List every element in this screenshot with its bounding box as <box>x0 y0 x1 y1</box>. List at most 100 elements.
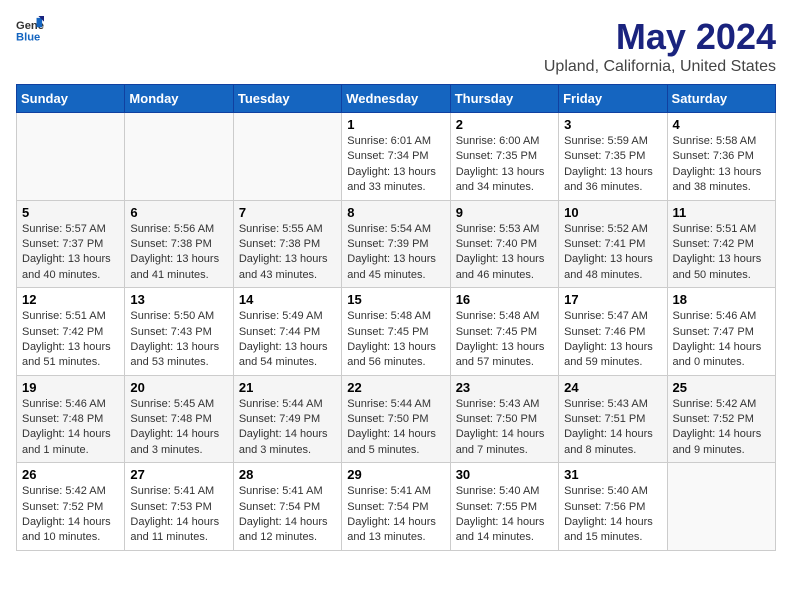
calendar-cell: 18 Sunrise: 5:46 AMSunset: 7:47 PMDayligh… <box>667 288 775 376</box>
day-info: Sunrise: 5:42 AMSunset: 7:52 PMDaylight:… <box>673 397 770 459</box>
day-number: 18 <box>673 292 770 307</box>
calendar-cell: 31 Sunrise: 5:40 AMSunset: 7:56 PMDayligh… <box>559 463 667 551</box>
calendar-cell: 17 Sunrise: 5:47 AMSunset: 7:46 PMDayligh… <box>559 288 667 376</box>
day-number: 4 <box>673 117 770 132</box>
day-number: 25 <box>673 380 770 395</box>
page-header: General Blue May 2024 Upland, California… <box>16 16 776 76</box>
day-info: Sunrise: 5:51 AMSunset: 7:42 PMDaylight:… <box>22 309 119 371</box>
calendar-cell <box>667 463 775 551</box>
day-of-week-header: Sunday <box>17 85 125 113</box>
calendar-cell: 3Sunrise: 5:59 AMSunset: 7:35 PMDaylight… <box>559 113 667 201</box>
calendar-cell: 16 Sunrise: 5:48 AMSunset: 7:45 PMDayligh… <box>450 288 558 376</box>
calendar-cell: 26Sunrise: 5:42 AMSunset: 7:52 PMDayligh… <box>17 463 125 551</box>
day-of-week-header: Saturday <box>667 85 775 113</box>
calendar-cell: 14Sunrise: 5:49 AMSunset: 7:44 PMDayligh… <box>233 288 341 376</box>
day-of-week-header: Wednesday <box>342 85 450 113</box>
calendar-cell <box>125 113 233 201</box>
calendar-cell: 23Sunrise: 5:43 AMSunset: 7:50 PMDayligh… <box>450 375 558 463</box>
calendar-cell: 28Sunrise: 5:41 AMSunset: 7:54 PMDayligh… <box>233 463 341 551</box>
day-info: Sunrise: 5:44 AMSunset: 7:49 PMDaylight:… <box>239 397 336 459</box>
day-number: 6 <box>130 205 227 220</box>
calendar-cell: 6 Sunrise: 5:56 AMSunset: 7:38 PMDaylight… <box>125 200 233 288</box>
calendar-cell: 12 Sunrise: 5:51 AMSunset: 7:42 PMDayligh… <box>17 288 125 376</box>
calendar-table: SundayMondayTuesdayWednesdayThursdayFrid… <box>16 84 776 551</box>
calendar-cell: 9 Sunrise: 5:53 AMSunset: 7:40 PMDaylight… <box>450 200 558 288</box>
calendar-cell: 19 Sunrise: 5:46 AMSunset: 7:48 PMDayligh… <box>17 375 125 463</box>
day-number: 10 <box>564 205 661 220</box>
day-of-week-header: Thursday <box>450 85 558 113</box>
calendar-cell: 8Sunrise: 5:54 AMSunset: 7:39 PMDaylight… <box>342 200 450 288</box>
day-info: Sunrise: 5:40 AMSunset: 7:56 PMDaylight:… <box>564 484 661 546</box>
calendar-cell: 10 Sunrise: 5:52 AMSunset: 7:41 PMDayligh… <box>559 200 667 288</box>
day-number: 5 <box>22 205 119 220</box>
day-number: 31 <box>564 467 661 482</box>
calendar-cell: 5 Sunrise: 5:57 AMSunset: 7:37 PMDaylight… <box>17 200 125 288</box>
day-number: 21 <box>239 380 336 395</box>
day-info: Sunrise: 5:48 AMSunset: 7:45 PMDaylight:… <box>347 309 444 371</box>
day-info: Sunrise: 5:41 AMSunset: 7:53 PMDaylight:… <box>130 484 227 546</box>
calendar-cell: 24Sunrise: 5:43 AMSunset: 7:51 PMDayligh… <box>559 375 667 463</box>
location-subtitle: Upland, California, United States <box>544 58 776 76</box>
calendar-cell: 7 Sunrise: 5:55 AMSunset: 7:38 PMDaylight… <box>233 200 341 288</box>
day-of-week-header: Tuesday <box>233 85 341 113</box>
day-info: Sunrise: 5:50 AMSunset: 7:43 PMDaylight:… <box>130 309 227 371</box>
day-info: Sunrise: 5:55 AMSunset: 7:38 PMDaylight:… <box>239 222 336 284</box>
calendar-cell: 25 Sunrise: 5:42 AMSunset: 7:52 PMDayligh… <box>667 375 775 463</box>
day-number: 2 <box>456 117 553 132</box>
day-info: Sunrise: 5:45 AMSunset: 7:48 PMDaylight:… <box>130 397 227 459</box>
calendar-cell: 11Sunrise: 5:51 AMSunset: 7:42 PMDayligh… <box>667 200 775 288</box>
day-info: Sunrise: 5:46 AMSunset: 7:47 PMDaylight:… <box>673 309 770 371</box>
day-info: Sunrise: 6:01 AMSunset: 7:34 PMDaylight:… <box>347 134 444 196</box>
day-info: Sunrise: 5:58 AMSunset: 7:36 PMDaylight:… <box>673 134 770 196</box>
calendar-cell: 22 Sunrise: 5:44 AMSunset: 7:50 PMDayligh… <box>342 375 450 463</box>
day-number: 7 <box>239 205 336 220</box>
day-number: 22 <box>347 380 444 395</box>
day-number: 9 <box>456 205 553 220</box>
day-number: 27 <box>130 467 227 482</box>
logo-icon: General Blue <box>16 16 44 44</box>
calendar-cell: 2 Sunrise: 6:00 AMSunset: 7:35 PMDaylight… <box>450 113 558 201</box>
day-number: 26 <box>22 467 119 482</box>
day-info: Sunrise: 6:00 AMSunset: 7:35 PMDaylight:… <box>456 134 553 196</box>
day-info: Sunrise: 5:53 AMSunset: 7:40 PMDaylight:… <box>456 222 553 284</box>
day-number: 19 <box>22 380 119 395</box>
calendar-cell: 4 Sunrise: 5:58 AMSunset: 7:36 PMDaylight… <box>667 113 775 201</box>
day-number: 28 <box>239 467 336 482</box>
day-info: Sunrise: 5:47 AMSunset: 7:46 PMDaylight:… <box>564 309 661 371</box>
calendar-week-row: 26Sunrise: 5:42 AMSunset: 7:52 PMDayligh… <box>17 463 776 551</box>
calendar-cell: 1Sunrise: 6:01 AMSunset: 7:34 PMDaylight… <box>342 113 450 201</box>
svg-text:Blue: Blue <box>16 31 40 43</box>
day-number: 16 <box>456 292 553 307</box>
calendar-header-row: SundayMondayTuesdayWednesdayThursdayFrid… <box>17 85 776 113</box>
day-info: Sunrise: 5:56 AMSunset: 7:38 PMDaylight:… <box>130 222 227 284</box>
day-info: Sunrise: 5:57 AMSunset: 7:37 PMDaylight:… <box>22 222 119 284</box>
day-info: Sunrise: 5:48 AMSunset: 7:45 PMDaylight:… <box>456 309 553 371</box>
day-number: 17 <box>564 292 661 307</box>
calendar-week-row: 1Sunrise: 6:01 AMSunset: 7:34 PMDaylight… <box>17 113 776 201</box>
day-number: 14 <box>239 292 336 307</box>
calendar-week-row: 5 Sunrise: 5:57 AMSunset: 7:37 PMDaylight… <box>17 200 776 288</box>
calendar-week-row: 19 Sunrise: 5:46 AMSunset: 7:48 PMDayligh… <box>17 375 776 463</box>
day-number: 8 <box>347 205 444 220</box>
day-number: 29 <box>347 467 444 482</box>
day-info: Sunrise: 5:41 AMSunset: 7:54 PMDaylight:… <box>347 484 444 546</box>
calendar-week-row: 12 Sunrise: 5:51 AMSunset: 7:42 PMDayligh… <box>17 288 776 376</box>
calendar-cell <box>233 113 341 201</box>
day-info: Sunrise: 5:44 AMSunset: 7:50 PMDaylight:… <box>347 397 444 459</box>
day-info: Sunrise: 5:40 AMSunset: 7:55 PMDaylight:… <box>456 484 553 546</box>
calendar-cell: 15 Sunrise: 5:48 AMSunset: 7:45 PMDayligh… <box>342 288 450 376</box>
day-of-week-header: Monday <box>125 85 233 113</box>
day-number: 23 <box>456 380 553 395</box>
calendar-cell: 30 Sunrise: 5:40 AMSunset: 7:55 PMDayligh… <box>450 463 558 551</box>
calendar-cell: 13Sunrise: 5:50 AMSunset: 7:43 PMDayligh… <box>125 288 233 376</box>
calendar-cell: 20Sunrise: 5:45 AMSunset: 7:48 PMDayligh… <box>125 375 233 463</box>
title-block: May 2024 Upland, California, United Stat… <box>544 16 776 76</box>
day-of-week-header: Friday <box>559 85 667 113</box>
day-number: 30 <box>456 467 553 482</box>
day-number: 12 <box>22 292 119 307</box>
day-number: 11 <box>673 205 770 220</box>
day-number: 15 <box>347 292 444 307</box>
day-info: Sunrise: 5:46 AMSunset: 7:48 PMDaylight:… <box>22 397 119 459</box>
day-info: Sunrise: 5:52 AMSunset: 7:41 PMDaylight:… <box>564 222 661 284</box>
day-number: 3 <box>564 117 661 132</box>
